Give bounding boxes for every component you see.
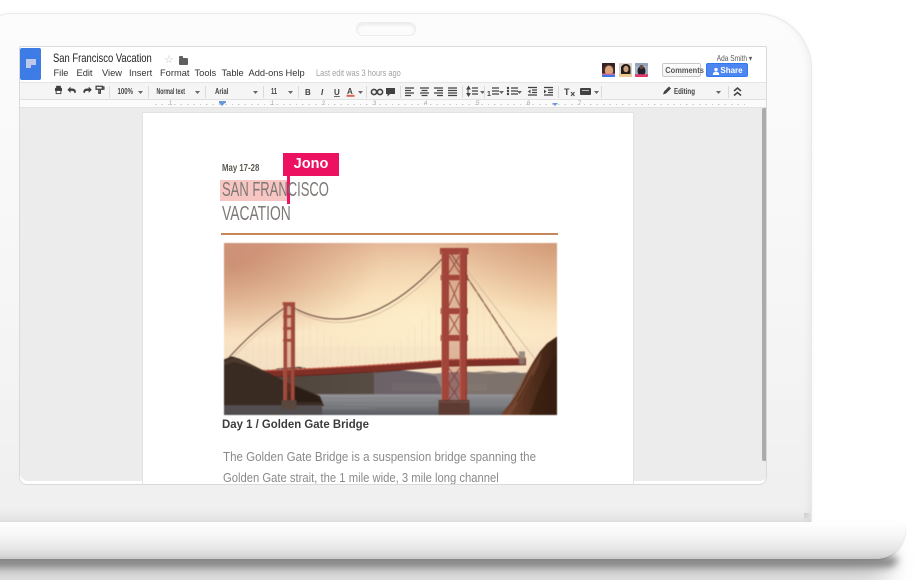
svg-text:Normal text: Normal text bbox=[157, 87, 186, 96]
svg-text:U: U bbox=[334, 88, 340, 97]
svg-text:I: I bbox=[321, 88, 324, 97]
svg-text:Arial: Arial bbox=[215, 87, 229, 96]
svg-text:T: T bbox=[564, 87, 570, 97]
svg-text:A: A bbox=[347, 87, 353, 96]
svg-text:100%: 100% bbox=[118, 87, 134, 96]
svg-text:1: 1 bbox=[487, 91, 491, 98]
svg-text:B: B bbox=[305, 88, 311, 97]
svg-text:Editing: Editing bbox=[674, 87, 695, 96]
svg-text:11: 11 bbox=[271, 87, 277, 96]
